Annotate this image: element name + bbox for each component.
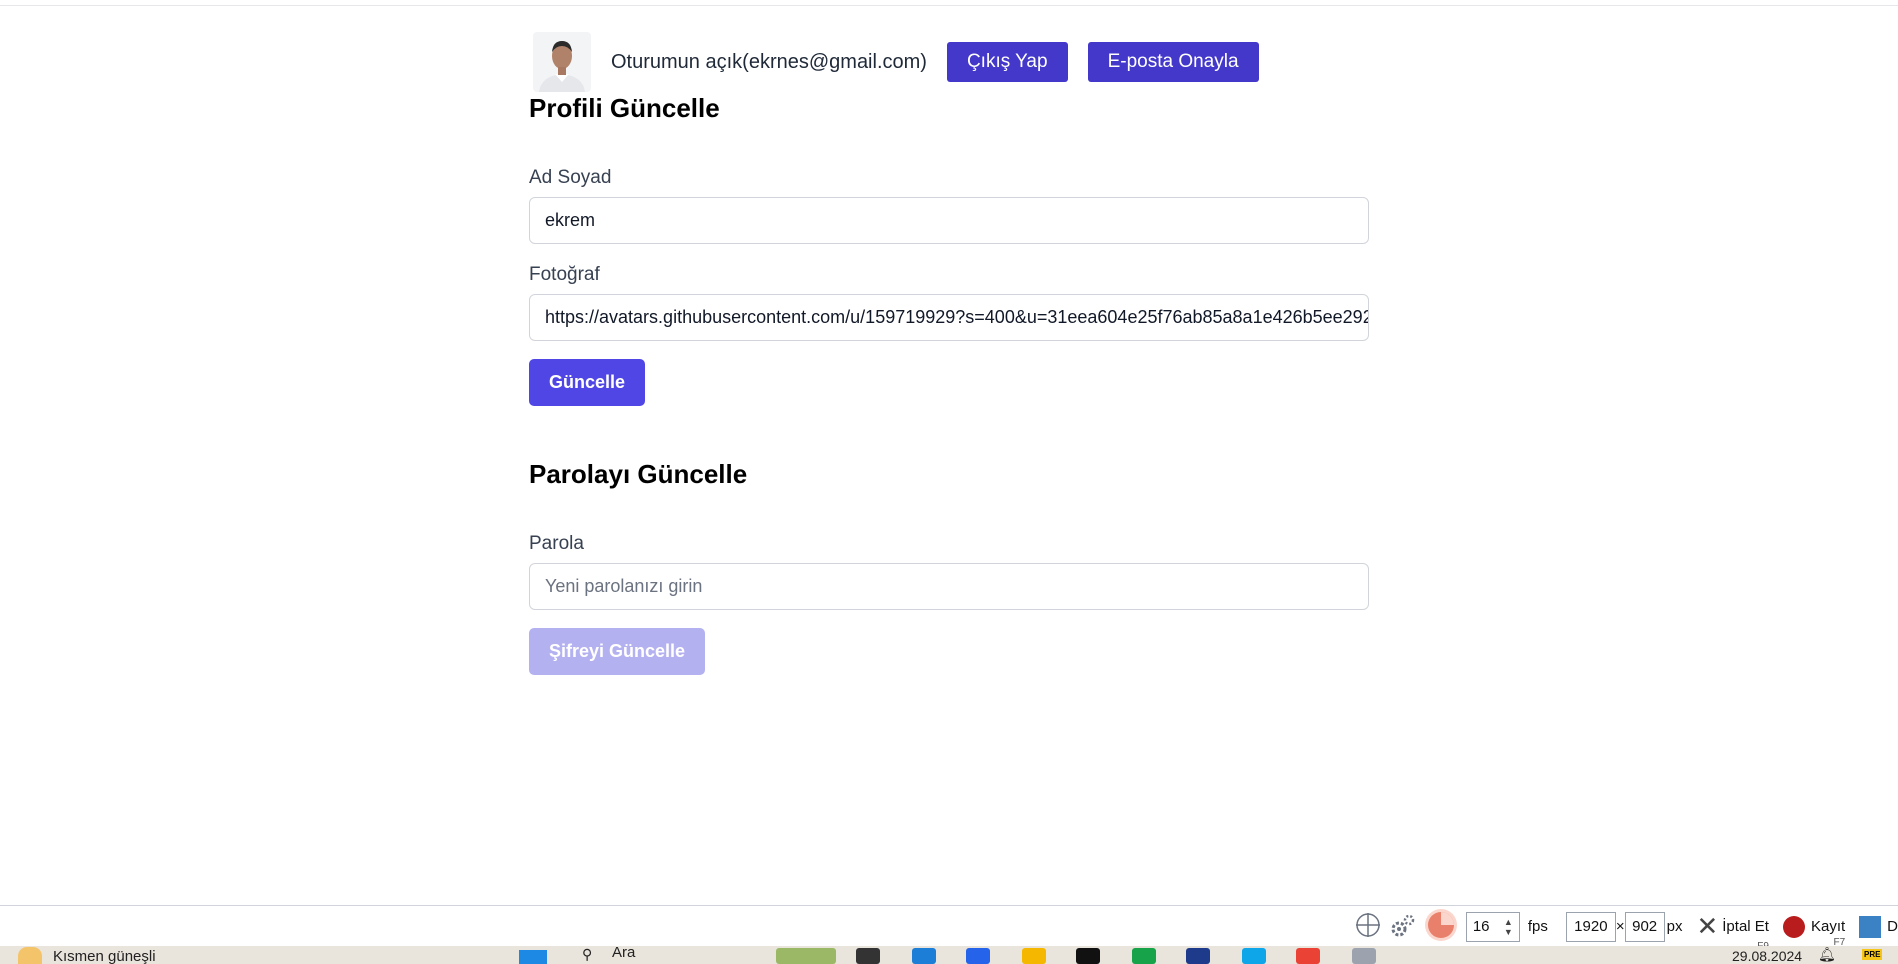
- taskbar: Kısmen güneşli ⚲ Ara 29.08.2024 🔔︎ PRE: [0, 946, 1898, 964]
- stepper-arrows-icon[interactable]: ▲ ▼: [1504, 917, 1513, 937]
- password-input[interactable]: Yeni parolanızı girin: [529, 563, 1369, 610]
- record-label: Kayıt: [1810, 918, 1846, 935]
- photo-url-input[interactable]: https://avatars.githubusercontent.com/u/…: [529, 294, 1369, 341]
- recorder-toolbar: 16 ▲▼ fps 1920 × 902 px ✕ İptal Et F9 Ka…: [0, 905, 1898, 952]
- fps-value: 16: [1472, 918, 1490, 935]
- store-icon[interactable]: [966, 948, 990, 964]
- app-icon-1[interactable]: [856, 948, 880, 964]
- password-title: Parolayı Güncelle: [529, 459, 748, 489]
- search-text[interactable]: Ara: [612, 946, 635, 961]
- password-label: Parola: [529, 533, 584, 554]
- weather-icon[interactable]: [18, 947, 42, 964]
- photo-field-group: Fotoğraf https://avatars.githubuserconte…: [529, 264, 1369, 341]
- pre-badge: PRE: [1862, 949, 1883, 960]
- update-password-button[interactable]: Şifreyi Güncelle: [529, 628, 706, 675]
- chrome-icon[interactable]: [1296, 948, 1320, 964]
- crosshair-icon[interactable]: [1354, 911, 1382, 943]
- edge-icon[interactable]: [912, 948, 936, 964]
- name-input[interactable]: ekrem: [529, 197, 1369, 244]
- width-input[interactable]: 1920: [1565, 911, 1616, 942]
- search-icon[interactable]: ⚲: [582, 946, 592, 963]
- done-button[interactable]: D: [1859, 915, 1898, 938]
- done-square-icon: [1859, 915, 1882, 938]
- app-icon-3[interactable]: [1132, 948, 1156, 964]
- fps-unit: fps: [1527, 918, 1548, 935]
- start-icon[interactable]: [519, 950, 547, 964]
- explorer-icon[interactable]: [1022, 948, 1046, 964]
- update-profile-button[interactable]: Güncelle: [529, 359, 646, 406]
- password-section: Parolayı Güncelle: [529, 459, 1369, 490]
- avatar: [533, 32, 591, 92]
- verify-email-button[interactable]: E-posta Onayla: [1087, 42, 1259, 82]
- name-label: Ad Soyad: [529, 167, 612, 188]
- date-text[interactable]: 29.08.2024: [1732, 948, 1802, 964]
- profile-title: Profili Güncelle: [529, 93, 720, 123]
- logout-button[interactable]: Çıkış Yap: [946, 42, 1068, 82]
- times-sign: ×: [1615, 918, 1625, 935]
- cancel-label: İptal Et: [1722, 918, 1769, 935]
- height-input[interactable]: 902: [1624, 911, 1665, 942]
- record-dot-icon: [1782, 915, 1805, 938]
- fps-stepper[interactable]: 16 ▲ ▼: [1465, 911, 1520, 942]
- session-header: Oturumun açık(ekrnes@gmail.com) Çıkış Ya…: [533, 30, 1279, 94]
- password-field-group: Parola Yeni parolanızı girin: [529, 533, 1369, 610]
- weather-text[interactable]: Kısmen güneşli: [53, 948, 156, 964]
- top-divider: [0, 5, 1898, 6]
- vscode-icon[interactable]: [1242, 948, 1266, 964]
- record-button[interactable]: Kayıt F7: [1782, 915, 1846, 948]
- widget-icon[interactable]: [776, 948, 836, 964]
- fps-dial-icon: [1424, 908, 1458, 946]
- profile-actions: Güncelle: [529, 359, 1369, 406]
- notification-bell-icon[interactable]: 🔔︎: [1818, 946, 1836, 963]
- profile-section: Profili Güncelle: [529, 93, 1369, 124]
- photo-label: Fotoğraf: [529, 264, 600, 285]
- session-status-text: Oturumun açık(ekrnes@gmail.com): [611, 50, 927, 73]
- px-unit: px: [1666, 918, 1683, 935]
- app-icon-4[interactable]: [1186, 948, 1210, 964]
- app-icon-5[interactable]: [1352, 948, 1376, 964]
- password-actions: Şifreyi Güncelle: [529, 628, 1369, 675]
- cancel-button[interactable]: ✕ İptal Et F9: [1696, 911, 1769, 952]
- gears-icon[interactable]: [1390, 912, 1416, 942]
- name-field-group: Ad Soyad ekrem: [529, 167, 1369, 244]
- app-icon-2[interactable]: [1076, 948, 1100, 964]
- done-label: D: [1887, 918, 1898, 935]
- close-icon: ✕: [1696, 911, 1719, 941]
